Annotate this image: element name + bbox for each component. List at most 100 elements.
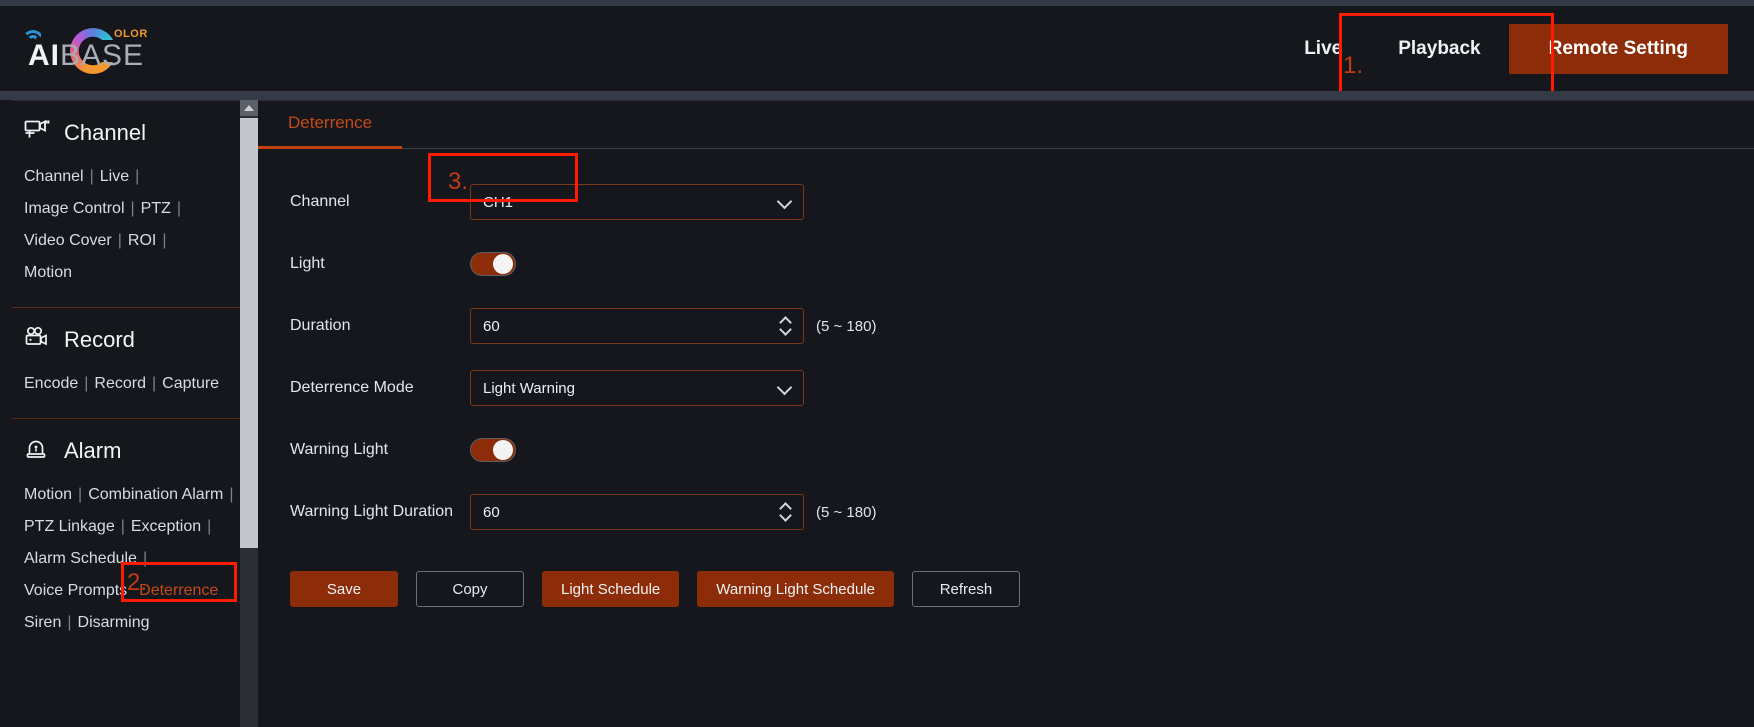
form-row-warning-light-duration: Warning Light Duration 60 (5 ~ 180) [258, 481, 1754, 543]
app-window: AIBASE OLOR Live Playback Remote Setting… [0, 0, 1754, 727]
video-recorder-icon [24, 326, 50, 354]
sidebar-group-record-header: Record [12, 308, 240, 364]
sidebar-item-video-cover[interactable]: Video Cover [24, 232, 112, 249]
sidebar-links-row: Siren | Disarming [24, 607, 240, 639]
link-separator: | [120, 518, 125, 535]
logo-text-base: BASE [60, 39, 145, 72]
deterrence-mode-field: Light Warning [470, 370, 804, 406]
annotation-number-2: 2. [127, 569, 148, 596]
camera-icon [24, 119, 50, 147]
nav-remote-setting[interactable]: Remote Setting [1508, 23, 1728, 74]
light-field [470, 252, 804, 276]
sidebar-links-row: Encode | Record | Capture [24, 368, 240, 400]
sidebar-item-combination-alarm[interactable]: Combination Alarm [88, 486, 223, 503]
sidebar-group-record: Record Encode | Record | Capture [12, 307, 240, 418]
form-row-warning-light: Warning Light [258, 419, 1754, 481]
channel-select[interactable]: CH1 [470, 184, 804, 220]
sidebar-item-alarm-schedule[interactable]: Alarm Schedule [24, 550, 137, 567]
scroll-up-arrow-icon[interactable] [240, 100, 258, 116]
light-schedule-button[interactable]: Light Schedule [542, 571, 680, 607]
form-row-light: Light [258, 233, 1754, 295]
sidebar-item-image-control[interactable]: Image Control [24, 200, 125, 217]
warning-light-schedule-button[interactable]: Warning Light Schedule [697, 571, 894, 607]
stepper-icon[interactable] [779, 314, 794, 338]
sidebar-item-motion[interactable]: Motion [24, 264, 72, 281]
warning-light-duration-input[interactable]: 60 [470, 494, 804, 530]
form-row-duration: Duration 60 (5 ~ 180) [258, 295, 1754, 357]
sidebar-links-row: Video Cover | ROI | [24, 225, 240, 257]
sidebar-links-row: Motion [24, 257, 240, 289]
sidebar-item-alarm-motion[interactable]: Motion [24, 486, 72, 503]
sidebar-links-row: PTZ Linkage | Exception | [24, 511, 240, 543]
logo-text: AIBASE [28, 39, 144, 73]
tab-deterrence[interactable]: Deterrence [258, 101, 403, 149]
sidebar-links-row: Motion | Combination Alarm | [24, 479, 240, 511]
link-separator: | [152, 375, 157, 392]
sidebar-item-disarming[interactable]: Disarming [78, 614, 150, 631]
sidebar-item-live[interactable]: Live [100, 168, 129, 185]
warning-light-label: Warning Light [290, 441, 389, 458]
sidebar-links-row: Image Control | PTZ | [24, 193, 240, 225]
sidebar-group-channel-links: Channel | Live | Image Control | PTZ | Video C… [12, 157, 240, 303]
link-separator: | [89, 168, 94, 185]
link-separator: | [162, 232, 167, 249]
annotation-number-1: 1. [1343, 52, 1364, 79]
scrollbar-thumb[interactable] [240, 118, 258, 548]
link-separator: | [142, 550, 148, 567]
link-separator: | [229, 486, 234, 503]
logo-superscript: OLOR [114, 28, 148, 40]
sidebar-item-ptz-linkage[interactable]: PTZ Linkage [24, 518, 115, 535]
sidebar-item-roi[interactable]: ROI [128, 232, 156, 249]
duration-field: 60 [470, 308, 804, 344]
save-button[interactable]: Save [290, 571, 398, 607]
action-button-row: Save Copy Light Schedule Warning Light S… [258, 571, 1754, 607]
warning-light-field [470, 438, 804, 462]
warning-light-duration-label: Warning Light Duration [290, 503, 454, 520]
refresh-button[interactable]: Refresh [911, 571, 1020, 607]
sidebar-item-siren[interactable]: Siren [24, 614, 61, 631]
light-label: Light [290, 255, 325, 272]
duration-label: Duration [290, 317, 351, 334]
sidebar-group-alarm-links: Motion | Combination Alarm | PTZ Linkage | Ex… [12, 475, 240, 653]
duration-input[interactable]: 60 [470, 308, 804, 344]
sidebar-group-alarm: Alarm Motion | Combination Alarm | PTZ Link… [12, 418, 240, 657]
sidebar-item-capture[interactable]: Capture [162, 375, 219, 392]
toggle-knob [493, 440, 513, 460]
link-separator: | [67, 614, 72, 631]
tab-bar: Deterrence [258, 101, 1754, 149]
form-row-channel: Channel CH1 [258, 171, 1754, 233]
warning-light-duration-field: 60 [470, 494, 804, 530]
copy-button[interactable]: Copy [416, 571, 524, 607]
content-panel: Deterrence Channel CH1 Light Duration 60… [258, 100, 1754, 727]
duration-range-hint: (5 ~ 180) [816, 317, 877, 335]
sidebar-item-ptz[interactable]: PTZ [141, 200, 171, 217]
warning-light-toggle[interactable] [470, 438, 516, 462]
deterrence-mode-select[interactable]: Light Warning [470, 370, 804, 406]
sidebar-group-alarm-title: Alarm [64, 438, 122, 463]
sidebar-group-channel-header: Channel [12, 101, 240, 157]
warning-light-duration-range-hint: (5 ~ 180) [816, 503, 877, 521]
sidebar-item-channel[interactable]: Channel [24, 168, 84, 185]
light-toggle[interactable] [470, 252, 516, 276]
sidebar-item-exception[interactable]: Exception [131, 518, 201, 535]
sidebar-group-channel-title: Channel [64, 120, 146, 145]
sidebar: Channel Channel | Live | Image Control | PTZ |… [12, 100, 240, 727]
sidebar-item-record[interactable]: Record [94, 375, 146, 392]
channel-field: CH1 [470, 184, 804, 220]
sidebar-group-record-links: Encode | Record | Capture [12, 364, 240, 414]
header-divider-strip [0, 91, 1754, 100]
sidebar-scrollbar[interactable] [240, 100, 258, 727]
channel-label: Channel [290, 193, 350, 210]
nav-playback[interactable]: Playback [1370, 38, 1508, 60]
sidebar-item-voice-prompts[interactable]: Voice Prompts [24, 582, 127, 599]
link-separator: | [176, 200, 182, 217]
link-separator: | [135, 168, 140, 185]
app-logo: AIBASE OLOR [14, 26, 194, 76]
sidebar-item-encode[interactable]: Encode [24, 375, 78, 392]
link-separator: | [207, 518, 212, 535]
link-separator: | [78, 486, 83, 503]
sidebar-item-deterrence[interactable]: Deterrence [139, 582, 218, 599]
link-separator: | [117, 232, 122, 249]
logo-text-ai: AI [28, 39, 60, 72]
stepper-icon[interactable] [779, 500, 794, 524]
